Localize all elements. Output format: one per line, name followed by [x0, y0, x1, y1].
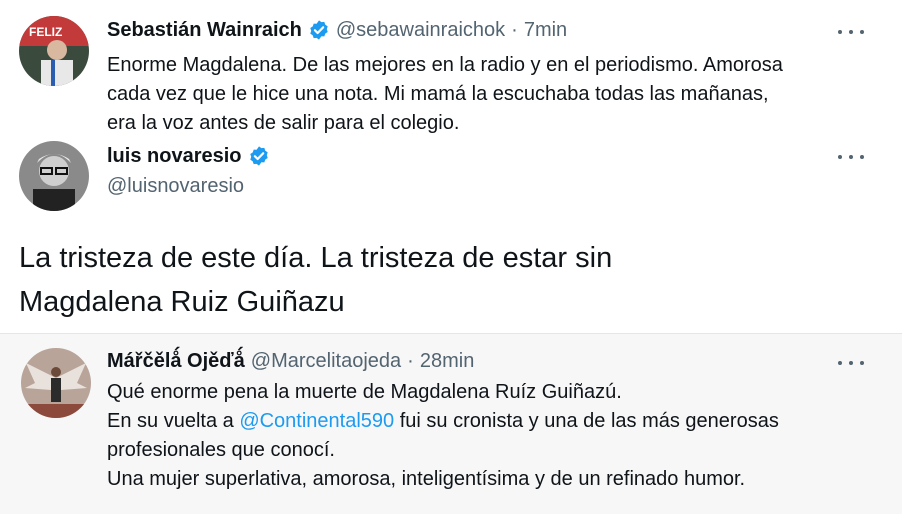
handle[interactable]: @luisnovaresio	[107, 175, 244, 198]
handle[interactable]: @Marcelitaojeda	[251, 350, 401, 373]
tweet-text-line: En su vuelta a @Continental590 fui su cr…	[107, 407, 872, 436]
timestamp[interactable]: 7min	[524, 19, 567, 42]
profile-photo-icon	[19, 141, 89, 211]
tweet-text: La tristeza de este día. La tristeza de …	[19, 236, 612, 324]
tweet-text-line: cada vez que le hice una nota. Mi mamá l…	[107, 83, 769, 105]
more-options-icon[interactable]	[838, 358, 864, 368]
more-options-icon[interactable]	[838, 152, 864, 162]
tweet-luis-novaresio[interactable]: luis novaresio @luisnovaresio La tristez…	[0, 141, 902, 333]
display-name[interactable]: luis novaresio	[107, 145, 242, 168]
tweet-text-line: Una mujer superlativa, amorosa, intelige…	[107, 468, 746, 490]
tweet-text-line: La tristeza de este día. La tristeza de …	[19, 242, 613, 274]
separator: ·	[407, 349, 414, 372]
tweet-text-line: Enorme Magdalena. De las mejores en la r…	[107, 54, 783, 76]
tweet-header: Mářčělǻ Ojěďǻ @Marcelitaojeda · 28min	[107, 346, 474, 376]
handle[interactable]: @sebawainraichok	[336, 19, 505, 42]
tweet-text: Enorme Magdalena. De las mejores en la r…	[107, 51, 872, 138]
separator: ·	[511, 18, 518, 41]
display-name[interactable]: Mářčělǻ Ojěďǻ	[107, 350, 245, 373]
profile-photo-icon	[21, 348, 91, 418]
tweet-sebastian-wainraich[interactable]: FELIZ Sebastián Wainraich @sebawainraich…	[0, 0, 902, 141]
tweet-text-line: era la voz antes de salir para el colegi…	[107, 112, 460, 134]
tweet-text-line: Magdalena Ruiz Guiñazu	[19, 286, 345, 318]
mention-link[interactable]: @Continental590	[239, 410, 394, 432]
tweet-header: Sebastián Wainraich @sebawainraichok · 7…	[107, 15, 567, 45]
avatar[interactable]	[21, 348, 91, 418]
avatar[interactable]	[19, 141, 89, 211]
tweet-text-fragment: fui su cronista y una de las más generos…	[394, 410, 779, 432]
display-name[interactable]: Sebastián Wainraich	[107, 19, 302, 42]
tweet-text: Qué enorme pena la muerte de Magdalena R…	[107, 378, 872, 494]
avatar[interactable]: FELIZ	[19, 16, 89, 86]
more-options-icon[interactable]	[838, 27, 864, 37]
tweet-marcela-ojeda[interactable]: Mářčělǻ Ojěďǻ @Marcelitaojeda · 28min Qu…	[0, 333, 902, 514]
tweet-text-line: profesionales que conocí.	[107, 439, 335, 461]
tweet-text-line: Qué enorme pena la muerte de Magdalena R…	[107, 381, 622, 403]
svg-text:FELIZ: FELIZ	[29, 25, 62, 39]
verified-badge-icon	[310, 20, 328, 40]
tweet-header: luis novaresio	[107, 141, 276, 171]
verified-badge-icon	[249, 146, 268, 166]
profile-photo-icon: FELIZ	[19, 16, 89, 86]
timestamp[interactable]: 28min	[420, 350, 474, 373]
tweet-text-fragment: En su vuelta a	[107, 410, 240, 432]
